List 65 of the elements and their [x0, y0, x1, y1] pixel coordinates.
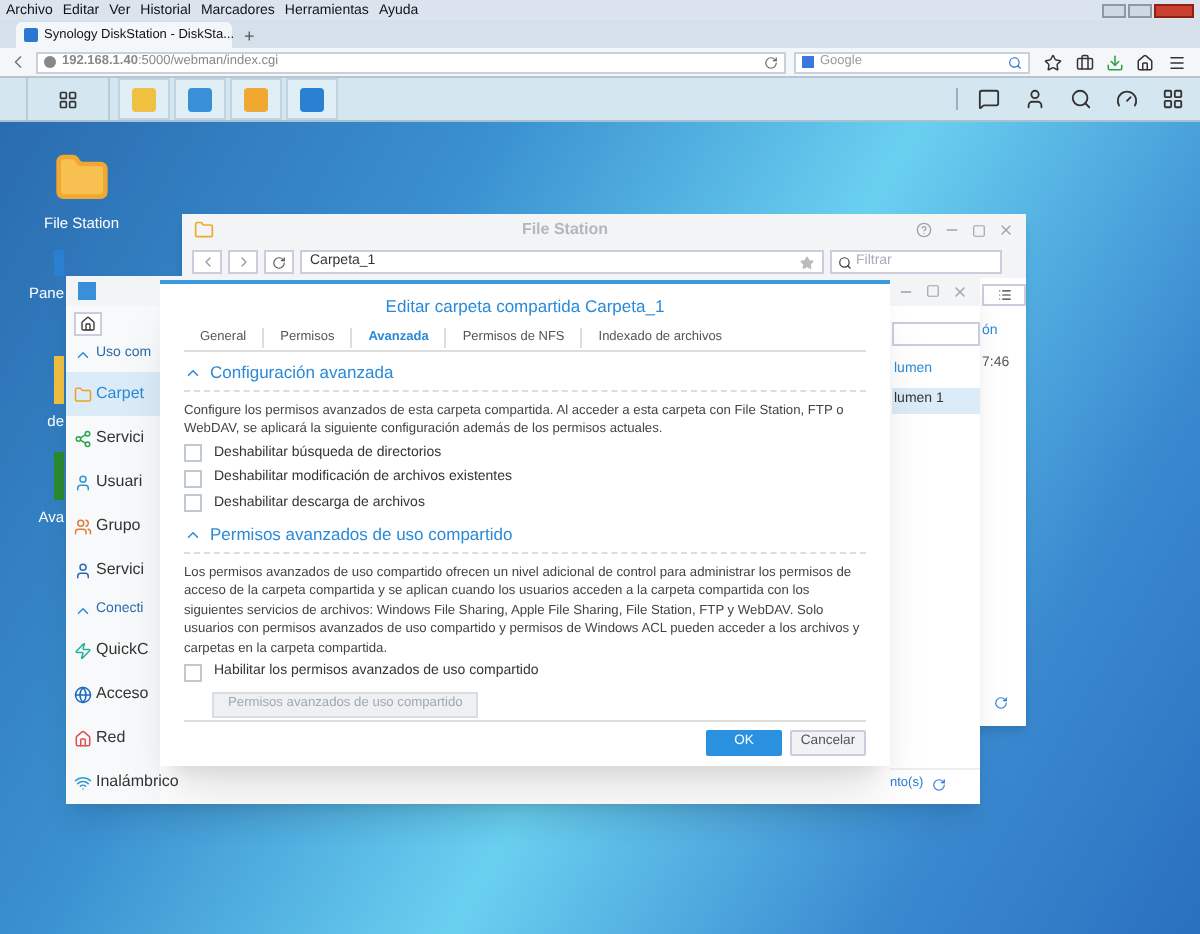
- favicon-icon: [24, 28, 38, 42]
- home-icon: [80, 316, 96, 332]
- section-title[interactable]: Configuración avanzada: [210, 359, 394, 385]
- sidebar-item[interactable]: QuickC: [66, 628, 160, 672]
- site-icon: [44, 56, 56, 68]
- sidebar-icon: [74, 429, 92, 447]
- menu-icon[interactable]: [1167, 53, 1186, 71]
- checkbox[interactable]: [184, 469, 202, 488]
- sidebar-item[interactable]: Servici: [66, 548, 160, 592]
- search-icon[interactable]: [1070, 88, 1092, 110]
- refresh-icon[interactable]: [931, 777, 946, 792]
- search-field[interactable]: [892, 322, 980, 346]
- sidebar-icon: [74, 517, 92, 535]
- chat-icon[interactable]: [978, 88, 1000, 110]
- sidebar-icon: [74, 561, 92, 579]
- view-mode-button[interactable]: [982, 284, 1026, 306]
- window-title: File Station: [519, 218, 611, 242]
- search-icon: [838, 255, 852, 269]
- sidebar-item[interactable]: Servici: [66, 416, 160, 460]
- sidebar-item[interactable]: Inalámbrico: [66, 760, 179, 804]
- list-icon: [997, 288, 1011, 302]
- taskbar-app-button[interactable]: [230, 78, 282, 120]
- widgets-icon[interactable]: [1162, 88, 1184, 110]
- maximize-icon[interactable]: [972, 223, 986, 237]
- sidebar-icon: [74, 385, 92, 403]
- bookmark-icon[interactable]: [1044, 53, 1063, 71]
- minimize-button[interactable]: [1102, 3, 1126, 17]
- main-menu-button[interactable]: [26, 78, 110, 120]
- star-icon[interactable]: [800, 255, 814, 269]
- sidebar-icon: [74, 641, 92, 659]
- taskbar-app-button[interactable]: [286, 78, 338, 120]
- briefcase-icon[interactable]: [1075, 53, 1094, 71]
- checkbox[interactable]: [184, 444, 202, 463]
- maximize-icon[interactable]: [926, 284, 940, 298]
- refresh-icon: [272, 255, 286, 269]
- close-icon[interactable]: [952, 283, 968, 299]
- gauge-icon[interactable]: [1116, 88, 1138, 110]
- sidebar-icon: [74, 773, 92, 791]
- sidebar-item[interactable]: Grupo: [66, 504, 160, 548]
- section-title[interactable]: Permisos avanzados de uso compartido: [210, 522, 513, 548]
- home-button[interactable]: [74, 312, 102, 336]
- close-icon[interactable]: [998, 222, 1014, 238]
- folder-icon: [194, 220, 214, 240]
- help-icon[interactable]: [916, 222, 932, 238]
- download-icon[interactable]: [1105, 53, 1124, 71]
- back-button[interactable]: [192, 250, 222, 274]
- sidebar-icon: [74, 685, 92, 703]
- new-tab-button[interactable]: +: [244, 24, 255, 48]
- refresh-icon[interactable]: [994, 696, 1008, 710]
- sidebar-icon: [74, 729, 92, 747]
- sidebar-item[interactable]: Acceso: [66, 672, 160, 716]
- refresh-button[interactable]: [264, 250, 294, 274]
- user-icon[interactable]: [1024, 88, 1046, 110]
- sidebar-icon: [74, 473, 92, 491]
- home-icon[interactable]: [1136, 53, 1155, 71]
- dialog-title: Editar carpeta compartida Carpeta_1: [383, 294, 667, 320]
- taskbar-app-button[interactable]: [174, 78, 226, 120]
- checkbox[interactable]: [184, 664, 202, 682]
- maximize-button[interactable]: [1128, 3, 1152, 17]
- reload-icon[interactable]: [764, 55, 778, 69]
- close-button[interactable]: [1154, 3, 1194, 17]
- sidebar-item[interactable]: Usuari: [66, 460, 160, 504]
- checkbox[interactable]: [184, 494, 202, 513]
- sidebar-item[interactable]: Red: [66, 716, 160, 760]
- grid-icon: [58, 89, 78, 109]
